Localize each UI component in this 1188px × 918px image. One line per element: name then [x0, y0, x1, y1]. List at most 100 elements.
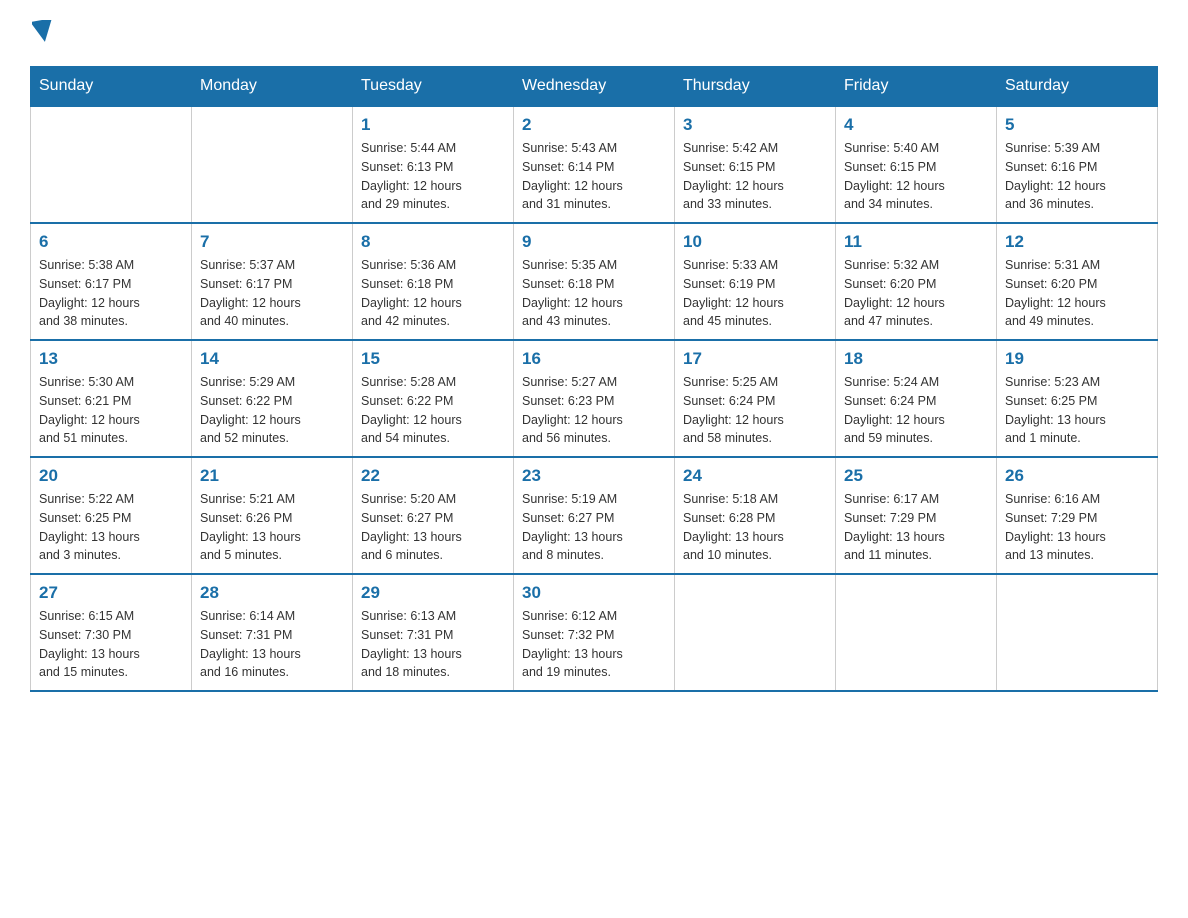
calendar-cell: 21 Sunrise: 5:21 AMSunset: 6:26 PMDayligh…	[192, 457, 353, 574]
calendar-cell: 29 Sunrise: 6:13 AMSunset: 7:31 PMDayligh…	[353, 574, 514, 691]
day-number: 2	[522, 115, 666, 135]
calendar-cell	[31, 106, 192, 223]
day-number: 16	[522, 349, 666, 369]
calendar-week-row: 1 Sunrise: 5:44 AMSunset: 6:13 PMDaylight…	[31, 106, 1158, 223]
day-number: 13	[39, 349, 183, 369]
day-number: 4	[844, 115, 988, 135]
calendar-cell: 15 Sunrise: 5:28 AMSunset: 6:22 PMDayligh…	[353, 340, 514, 457]
day-info: Sunrise: 5:28 AMSunset: 6:22 PMDaylight:…	[361, 373, 505, 448]
calendar-table: SundayMondayTuesdayWednesdayThursdayFrid…	[30, 66, 1158, 692]
page-header	[30, 20, 1158, 46]
day-info: Sunrise: 5:40 AMSunset: 6:15 PMDaylight:…	[844, 139, 988, 214]
day-number: 10	[683, 232, 827, 252]
calendar-cell: 13 Sunrise: 5:30 AMSunset: 6:21 PMDayligh…	[31, 340, 192, 457]
day-number: 23	[522, 466, 666, 486]
day-number: 15	[361, 349, 505, 369]
calendar-cell: 2 Sunrise: 5:43 AMSunset: 6:14 PMDaylight…	[514, 106, 675, 223]
day-number: 29	[361, 583, 505, 603]
day-info: Sunrise: 5:39 AMSunset: 6:16 PMDaylight:…	[1005, 139, 1149, 214]
day-info: Sunrise: 5:24 AMSunset: 6:24 PMDaylight:…	[844, 373, 988, 448]
day-info: Sunrise: 5:19 AMSunset: 6:27 PMDaylight:…	[522, 490, 666, 565]
calendar-cell: 17 Sunrise: 5:25 AMSunset: 6:24 PMDayligh…	[675, 340, 836, 457]
day-info: Sunrise: 5:20 AMSunset: 6:27 PMDaylight:…	[361, 490, 505, 565]
day-number: 25	[844, 466, 988, 486]
calendar-cell: 20Sunrise: 5:22 AMSunset: 6:25 PMDayligh…	[31, 457, 192, 574]
day-number: 12	[1005, 232, 1149, 252]
logo-triangle-icon	[32, 20, 54, 42]
day-number: 9	[522, 232, 666, 252]
day-number: 27	[39, 583, 183, 603]
calendar-day-header: Thursday	[675, 67, 836, 107]
calendar-cell: 30Sunrise: 6:12 AMSunset: 7:32 PMDayligh…	[514, 574, 675, 691]
calendar-cell: 14 Sunrise: 5:29 AMSunset: 6:22 PMDayligh…	[192, 340, 353, 457]
calendar-day-header: Saturday	[997, 67, 1158, 107]
calendar-week-row: 6 Sunrise: 5:38 AMSunset: 6:17 PMDaylight…	[31, 223, 1158, 340]
day-number: 8	[361, 232, 505, 252]
calendar-day-header: Monday	[192, 67, 353, 107]
day-info: Sunrise: 5:38 AMSunset: 6:17 PMDaylight:…	[39, 256, 183, 331]
calendar-day-header: Wednesday	[514, 67, 675, 107]
calendar-week-row: 27 Sunrise: 6:15 AMSunset: 7:30 PMDayligh…	[31, 574, 1158, 691]
calendar-cell: 9 Sunrise: 5:35 AMSunset: 6:18 PMDaylight…	[514, 223, 675, 340]
day-number: 1	[361, 115, 505, 135]
day-number: 7	[200, 232, 344, 252]
day-info: Sunrise: 6:16 AMSunset: 7:29 PMDaylight:…	[1005, 490, 1149, 565]
day-info: Sunrise: 5:29 AMSunset: 6:22 PMDaylight:…	[200, 373, 344, 448]
day-number: 19	[1005, 349, 1149, 369]
calendar-cell: 27 Sunrise: 6:15 AMSunset: 7:30 PMDayligh…	[31, 574, 192, 691]
calendar-cell: 1 Sunrise: 5:44 AMSunset: 6:13 PMDaylight…	[353, 106, 514, 223]
calendar-cell: 16 Sunrise: 5:27 AMSunset: 6:23 PMDayligh…	[514, 340, 675, 457]
day-info: Sunrise: 5:21 AMSunset: 6:26 PMDaylight:…	[200, 490, 344, 565]
day-info: Sunrise: 5:44 AMSunset: 6:13 PMDaylight:…	[361, 139, 505, 214]
calendar-cell: 28 Sunrise: 6:14 AMSunset: 7:31 PMDayligh…	[192, 574, 353, 691]
calendar-cell	[192, 106, 353, 223]
calendar-week-row: 13 Sunrise: 5:30 AMSunset: 6:21 PMDayligh…	[31, 340, 1158, 457]
day-info: Sunrise: 6:17 AMSunset: 7:29 PMDaylight:…	[844, 490, 988, 565]
day-number: 18	[844, 349, 988, 369]
logo	[30, 20, 54, 46]
calendar-day-header: Friday	[836, 67, 997, 107]
day-number: 11	[844, 232, 988, 252]
day-info: Sunrise: 5:25 AMSunset: 6:24 PMDaylight:…	[683, 373, 827, 448]
calendar-cell: 11Sunrise: 5:32 AMSunset: 6:20 PMDayligh…	[836, 223, 997, 340]
day-info: Sunrise: 5:23 AMSunset: 6:25 PMDaylight:…	[1005, 373, 1149, 448]
day-number: 22	[361, 466, 505, 486]
calendar-cell: 10Sunrise: 5:33 AMSunset: 6:19 PMDayligh…	[675, 223, 836, 340]
calendar-cell: 25 Sunrise: 6:17 AMSunset: 7:29 PMDayligh…	[836, 457, 997, 574]
day-number: 24	[683, 466, 827, 486]
day-info: Sunrise: 5:36 AMSunset: 6:18 PMDaylight:…	[361, 256, 505, 331]
calendar-cell: 26Sunrise: 6:16 AMSunset: 7:29 PMDayligh…	[997, 457, 1158, 574]
day-number: 14	[200, 349, 344, 369]
day-number: 5	[1005, 115, 1149, 135]
day-info: Sunrise: 5:43 AMSunset: 6:14 PMDaylight:…	[522, 139, 666, 214]
calendar-cell	[675, 574, 836, 691]
day-number: 21	[200, 466, 344, 486]
day-info: Sunrise: 5:30 AMSunset: 6:21 PMDaylight:…	[39, 373, 183, 448]
calendar-cell: 24Sunrise: 5:18 AMSunset: 6:28 PMDayligh…	[675, 457, 836, 574]
calendar-cell: 8 Sunrise: 5:36 AMSunset: 6:18 PMDaylight…	[353, 223, 514, 340]
day-info: Sunrise: 5:37 AMSunset: 6:17 PMDaylight:…	[200, 256, 344, 331]
day-info: Sunrise: 6:13 AMSunset: 7:31 PMDaylight:…	[361, 607, 505, 682]
calendar-cell: 5 Sunrise: 5:39 AMSunset: 6:16 PMDaylight…	[997, 106, 1158, 223]
day-info: Sunrise: 5:22 AMSunset: 6:25 PMDaylight:…	[39, 490, 183, 565]
calendar-cell: 3Sunrise: 5:42 AMSunset: 6:15 PMDaylight…	[675, 106, 836, 223]
day-info: Sunrise: 6:15 AMSunset: 7:30 PMDaylight:…	[39, 607, 183, 682]
day-info: Sunrise: 5:35 AMSunset: 6:18 PMDaylight:…	[522, 256, 666, 331]
day-number: 6	[39, 232, 183, 252]
day-number: 3	[683, 115, 827, 135]
calendar-day-header: Sunday	[31, 67, 192, 107]
calendar-cell: 19 Sunrise: 5:23 AMSunset: 6:25 PMDayligh…	[997, 340, 1158, 457]
day-number: 28	[200, 583, 344, 603]
calendar-cell: 22 Sunrise: 5:20 AMSunset: 6:27 PMDayligh…	[353, 457, 514, 574]
calendar-cell: 23 Sunrise: 5:19 AMSunset: 6:27 PMDayligh…	[514, 457, 675, 574]
day-number: 17	[683, 349, 827, 369]
calendar-header-row: SundayMondayTuesdayWednesdayThursdayFrid…	[31, 67, 1158, 107]
day-info: Sunrise: 5:27 AMSunset: 6:23 PMDaylight:…	[522, 373, 666, 448]
calendar-cell	[836, 574, 997, 691]
calendar-week-row: 20Sunrise: 5:22 AMSunset: 6:25 PMDayligh…	[31, 457, 1158, 574]
calendar-cell: 4 Sunrise: 5:40 AMSunset: 6:15 PMDaylight…	[836, 106, 997, 223]
day-info: Sunrise: 6:12 AMSunset: 7:32 PMDaylight:…	[522, 607, 666, 682]
calendar-day-header: Tuesday	[353, 67, 514, 107]
day-info: Sunrise: 6:14 AMSunset: 7:31 PMDaylight:…	[200, 607, 344, 682]
calendar-cell: 6 Sunrise: 5:38 AMSunset: 6:17 PMDaylight…	[31, 223, 192, 340]
